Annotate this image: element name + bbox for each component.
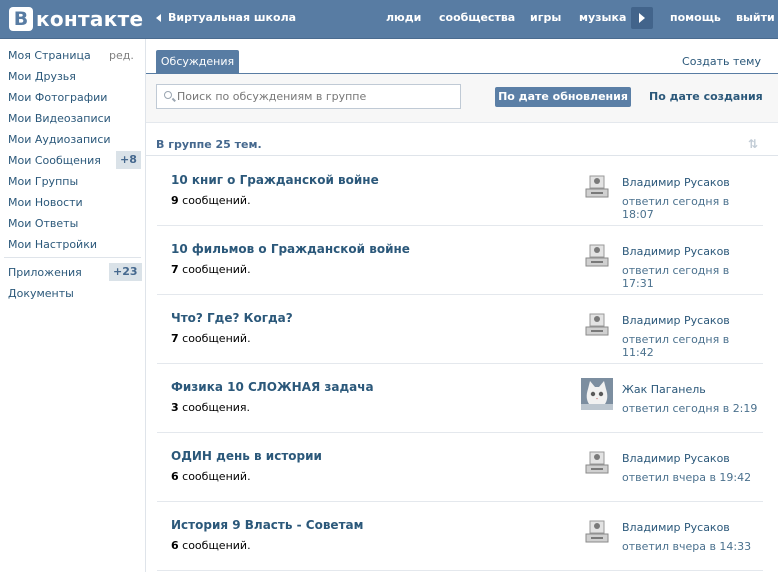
sidebar-item-documents[interactable]: Документы — [8, 287, 74, 300]
nav-logout[interactable]: выйти — [736, 11, 775, 24]
sidebar-item-audio[interactable]: Мои Аудиозаписи — [8, 133, 111, 146]
last-reply-time[interactable]: ответил вчера в 19:42 — [622, 471, 751, 484]
message-count: 6 сообщений. — [171, 539, 251, 552]
message-count-number: 9 — [171, 194, 179, 207]
topic-title[interactable]: Что? Где? Когда? — [171, 311, 293, 325]
group-name: Виртуальная школа — [168, 11, 297, 24]
sidebar-item-messages[interactable]: Мои Сообщения — [8, 154, 101, 167]
logo-letter: В — [9, 7, 33, 31]
topic-row[interactable]: История 9 Власть - Советам 6 сообщений. Вл… — [157, 501, 763, 571]
default-avatar-icon[interactable] — [581, 309, 613, 341]
nav-help[interactable]: помощь — [670, 11, 721, 24]
logo-text: контакте — [36, 7, 144, 31]
play-icon — [639, 13, 645, 23]
topic-title[interactable]: 10 фильмов о Гражданской войне — [171, 242, 410, 256]
sort-order-icon[interactable]: ⇅ — [748, 137, 758, 151]
music-play-button[interactable] — [631, 7, 653, 29]
topic-count: В группе 25 тем. — [156, 138, 262, 151]
last-reply-time[interactable]: ответил сегодня в 2:19 — [622, 402, 757, 415]
last-author-link[interactable]: Владимир Русаков — [622, 245, 730, 258]
sidebar-item-apps[interactable]: Приложения — [8, 266, 82, 279]
topic-row[interactable]: Физика 10 СЛОЖНАЯ задача 3 сообщения. Жак … — [157, 363, 763, 433]
messages-count-badge[interactable]: +8 — [116, 151, 141, 169]
cat-avatar-icon[interactable] — [581, 378, 613, 410]
message-count: 3 сообщения. — [171, 401, 250, 414]
nav-communities[interactable]: сообщества — [439, 11, 515, 24]
sort-by-creation-link[interactable]: По дате создания — [649, 90, 763, 103]
search-input[interactable] — [177, 87, 452, 106]
topic-title[interactable]: 10 книг о Гражданской войне — [171, 173, 379, 187]
back-arrow-icon — [156, 13, 161, 22]
message-count-number: 6 — [171, 470, 179, 483]
last-author-link[interactable]: Владимир Русаков — [622, 521, 730, 534]
last-author-link[interactable]: Владимир Русаков — [622, 314, 730, 327]
message-count-word: сообщений. — [178, 539, 251, 552]
last-author-link[interactable]: Владимир Русаков — [622, 176, 730, 189]
last-author-link[interactable]: Владимир Русаков — [622, 452, 730, 465]
top-header: В контакте Виртуальная школа люди сообще… — [0, 0, 778, 39]
message-count-word: сообщений. — [178, 470, 251, 483]
sidebar-item-groups[interactable]: Мои Группы — [8, 175, 78, 188]
last-reply-time[interactable]: ответил сегодня в 11:42 — [622, 333, 763, 359]
sidebar-item-my-page[interactable]: Моя Страница — [8, 49, 91, 62]
default-avatar-icon[interactable] — [581, 516, 613, 548]
topic-row[interactable]: 10 фильмов о Гражданской войне 7 сообщени… — [157, 225, 763, 295]
message-count-number: 3 — [171, 401, 179, 414]
message-count: 6 сообщений. — [171, 470, 251, 483]
sidebar-divider — [4, 257, 141, 258]
apps-count-badge[interactable]: +23 — [109, 263, 142, 281]
search-box[interactable] — [156, 84, 461, 109]
topic-count-bar: В группе 25 тем. ⇅ — [146, 123, 778, 156]
last-reply-time[interactable]: ответил сегодня в 17:31 — [622, 264, 763, 290]
default-avatar-icon[interactable] — [581, 240, 613, 272]
search-icon — [164, 91, 172, 99]
back-to-group-link[interactable]: Виртуальная школа — [156, 11, 296, 24]
nav-games[interactable]: игры — [530, 11, 561, 24]
message-count-word: сообщений. — [178, 263, 251, 276]
nav-music[interactable]: музыка — [579, 11, 626, 24]
last-author-link[interactable]: Жак Паганель — [622, 383, 706, 396]
search-toolbar: По дате обновления По дате создания — [146, 74, 778, 123]
topic-row[interactable]: ОДИН день в истории 6 сообщений. Владимир … — [157, 432, 763, 502]
edit-link[interactable]: ред. — [109, 49, 134, 62]
sidebar-item-news[interactable]: Мои Новости — [8, 196, 83, 209]
message-count-word: сообщений. — [178, 194, 251, 207]
message-count: 9 сообщений. — [171, 194, 251, 207]
sidebar-item-photos[interactable]: Мои Фотографии — [8, 91, 107, 104]
topic-title[interactable]: ОДИН день в истории — [171, 449, 322, 463]
vk-logo[interactable]: В контакте — [9, 6, 143, 32]
sort-by-update-button[interactable]: По дате обновления — [495, 87, 631, 107]
discussions-panel: Обсуждения Создать тему По дате обновлен… — [146, 39, 778, 572]
default-avatar-icon[interactable] — [581, 447, 613, 479]
sidebar-item-friends[interactable]: Мои Друзья — [8, 70, 76, 83]
left-sidebar: Моя Страница ред. Мои Друзья Мои Фотогра… — [0, 39, 145, 572]
message-count-word: сообщений. — [178, 332, 251, 345]
last-reply-time[interactable]: ответил сегодня в 18:07 — [622, 195, 763, 221]
message-count-number: 7 — [171, 263, 179, 276]
message-count-number: 7 — [171, 332, 179, 345]
topic-title[interactable]: История 9 Власть - Советам — [171, 518, 363, 532]
create-topic-link[interactable]: Создать тему — [682, 55, 761, 68]
default-avatar-icon[interactable] — [581, 171, 613, 203]
message-count: 7 сообщений. — [171, 332, 251, 345]
message-count: 7 сообщений. — [171, 263, 251, 276]
topic-title[interactable]: Физика 10 СЛОЖНАЯ задача — [171, 380, 374, 394]
message-count-number: 6 — [171, 539, 179, 552]
topic-row[interactable]: Что? Где? Когда? 7 сообщений. Владимир Рус… — [157, 294, 763, 364]
message-count-word: сообщения. — [178, 401, 251, 414]
sidebar-item-settings[interactable]: Мои Настройки — [8, 238, 97, 251]
nav-people[interactable]: люди — [386, 11, 421, 24]
tab-discussions[interactable]: Обсуждения — [156, 50, 239, 73]
sidebar-item-answers[interactable]: Мои Ответы — [8, 217, 78, 230]
last-reply-time[interactable]: ответил вчера в 14:33 — [622, 540, 751, 553]
sidebar-item-videos[interactable]: Мои Видеозаписи — [8, 112, 111, 125]
topic-row[interactable]: 10 книг о Гражданской войне 9 сообщений. В… — [157, 156, 763, 226]
